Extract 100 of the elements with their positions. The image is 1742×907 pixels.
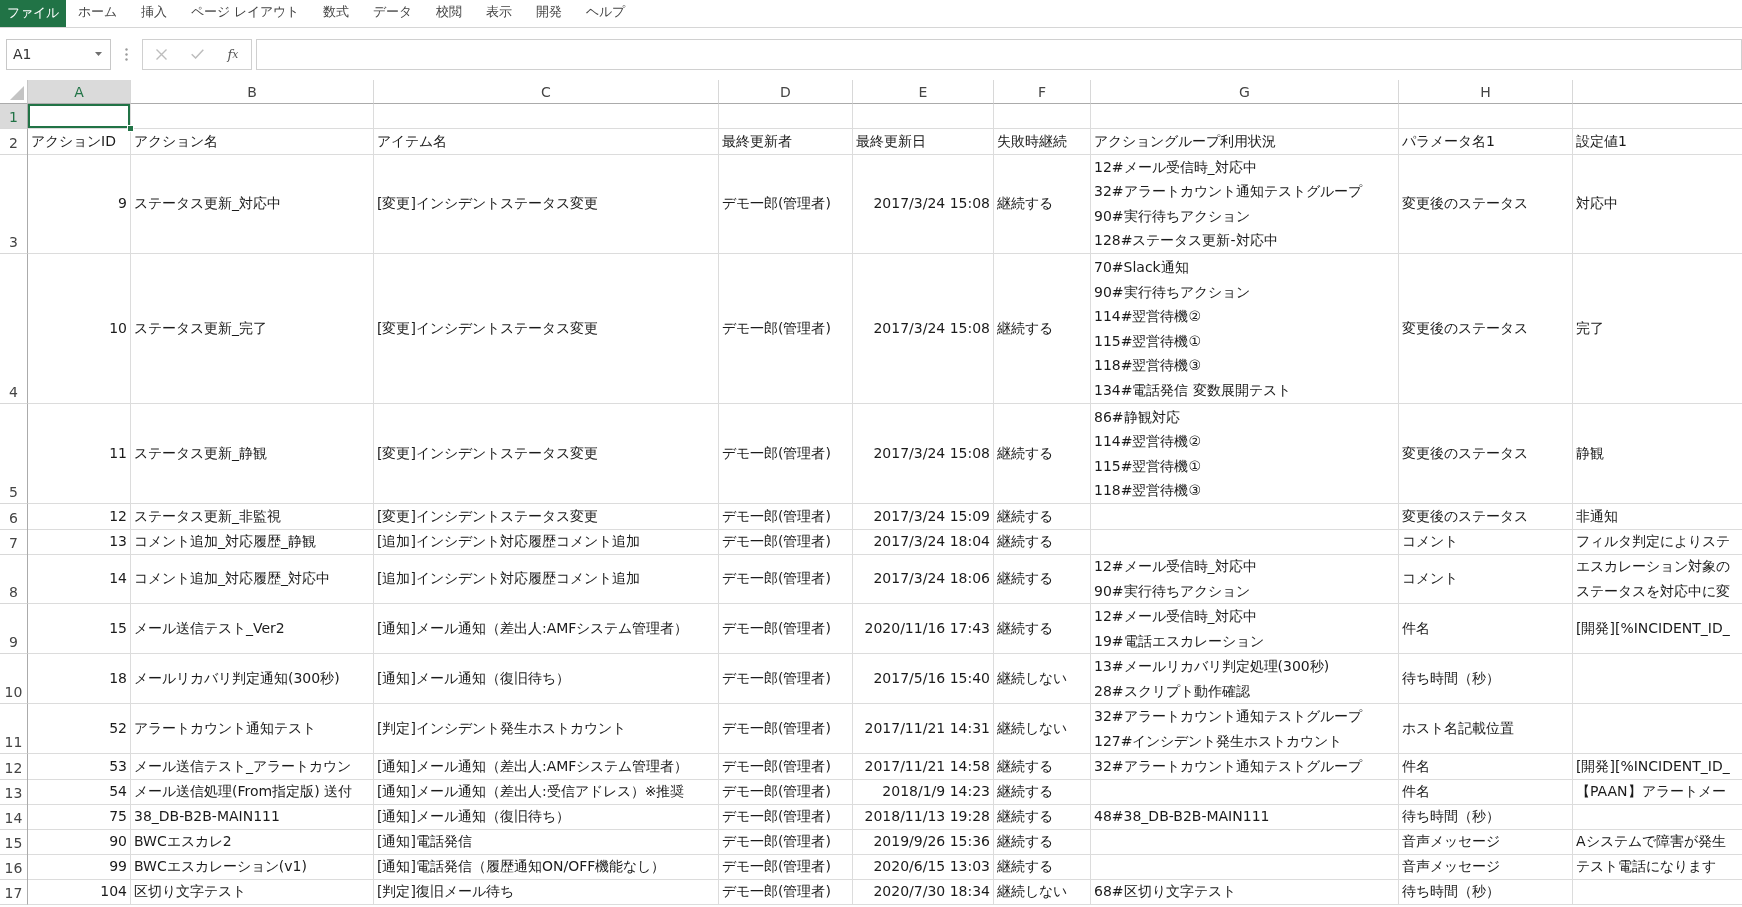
- sheet-cell[interactable]: 継続する: [994, 504, 1091, 530]
- sheet-cell[interactable]: 静観: [1573, 404, 1742, 504]
- sheet-cell[interactable]: [判定]復旧メール待ち: [374, 879, 719, 905]
- sheet-cell[interactable]: デモ一郎(管理者): [719, 404, 853, 504]
- sheet-cell[interactable]: 待ち時間（秒）: [1399, 804, 1573, 830]
- column-header[interactable]: F: [994, 80, 1091, 104]
- sheet-cell[interactable]: 件名: [1399, 754, 1573, 780]
- sheet-cell[interactable]: 区切り文字テスト: [131, 879, 374, 905]
- sheet-cell[interactable]: 2017/3/24 15:08: [853, 154, 994, 254]
- sheet-cell[interactable]: 継続する: [994, 554, 1091, 604]
- column-header[interactable]: C: [374, 80, 719, 104]
- sheet-cell[interactable]: 53: [28, 754, 131, 780]
- sheet-cell[interactable]: 2017/3/24 18:06: [853, 554, 994, 604]
- sheet-cell[interactable]: 99: [28, 854, 131, 880]
- sheet-cell[interactable]: デモ一郎(管理者): [719, 254, 853, 404]
- sheet-cell[interactable]: 2018/1/9 14:23: [853, 779, 994, 805]
- sheet-cell[interactable]: 最終更新日: [853, 129, 994, 155]
- row-header[interactable]: 17: [0, 879, 28, 905]
- row-header[interactable]: 9: [0, 604, 28, 654]
- sheet-cell[interactable]: 待ち時間（秒）: [1399, 879, 1573, 905]
- sheet-cell[interactable]: 12: [28, 504, 131, 530]
- row-header[interactable]: 4: [0, 254, 28, 404]
- row-header[interactable]: 15: [0, 829, 28, 855]
- sheet-cell[interactable]: [853, 104, 994, 129]
- row-header[interactable]: 11: [0, 704, 28, 754]
- sheet-cell[interactable]: [通知]メール通知（復旧待ち）: [374, 804, 719, 830]
- sheet-cell[interactable]: デモ一郎(管理者): [719, 154, 853, 254]
- sheet-cell[interactable]: 2017/3/24 18:04: [853, 529, 994, 555]
- sheet-cell[interactable]: 90: [28, 829, 131, 855]
- sheet-cell[interactable]: 継続する: [994, 154, 1091, 254]
- sheet-cell[interactable]: アクションID: [28, 129, 131, 155]
- sheet-cell[interactable]: [判定]インシデント発生ホストカウント: [374, 704, 719, 754]
- sheet-cell[interactable]: 2020/11/16 17:43: [853, 604, 994, 654]
- sheet-cell[interactable]: デモ一郎(管理者): [719, 704, 853, 754]
- sheet-cell[interactable]: 48#38_DB-B2B-MAIN111: [1091, 804, 1399, 830]
- sheet-cell[interactable]: 失敗時継続: [994, 129, 1091, 155]
- column-header[interactable]: B: [131, 80, 374, 104]
- sheet-cell[interactable]: アクショングループ利用状況: [1091, 129, 1399, 155]
- sheet-cell[interactable]: BWCエスカレ2: [131, 829, 374, 855]
- sheet-cell[interactable]: パラメータ名1: [1399, 129, 1573, 155]
- sheet-cell[interactable]: [1091, 829, 1399, 855]
- sheet-cell[interactable]: [1091, 529, 1399, 555]
- sheet-cell[interactable]: 52: [28, 704, 131, 754]
- sheet-cell[interactable]: Aシステムで障害が発生: [1573, 829, 1742, 855]
- sheet-cell[interactable]: 完了: [1573, 254, 1742, 404]
- sheet-cell[interactable]: 13#メールリカバリ判定処理(300秒) 28#スクリプト動作確認: [1091, 654, 1399, 704]
- row-header[interactable]: 10: [0, 654, 28, 704]
- sheet-cell[interactable]: 2017/11/21 14:31: [853, 704, 994, 754]
- formula-input[interactable]: [256, 38, 1742, 70]
- row-header[interactable]: 13: [0, 779, 28, 805]
- column-header[interactable]: H: [1399, 80, 1573, 104]
- sheet-cell[interactable]: [1091, 104, 1399, 129]
- sheet-cell[interactable]: 変更後のステータス: [1399, 254, 1573, 404]
- row-header[interactable]: 3: [0, 154, 28, 254]
- sheet-cell[interactable]: デモ一郎(管理者): [719, 504, 853, 530]
- sheet-cell[interactable]: [994, 104, 1091, 129]
- sheet-cell[interactable]: 継続する: [994, 779, 1091, 805]
- sheet-cell[interactable]: 継続しない: [994, 654, 1091, 704]
- sheet-cell[interactable]: 件名: [1399, 604, 1573, 654]
- ribbon-tab[interactable]: 挿入: [129, 0, 179, 27]
- column-header[interactable]: E: [853, 80, 994, 104]
- row-header[interactable]: 2: [0, 129, 28, 155]
- sheet-cell[interactable]: 11: [28, 404, 131, 504]
- sheet-cell[interactable]: ホスト名記載位置: [1399, 704, 1573, 754]
- sheet-cell[interactable]: [通知]メール通知（差出人:受信アドレス）※推奨: [374, 779, 719, 805]
- sheet-cell[interactable]: 【PAAN】アラートメー: [1573, 779, 1742, 805]
- sheet-cell[interactable]: コメント: [1399, 554, 1573, 604]
- caret-icon[interactable]: [95, 52, 102, 56]
- sheet-cell[interactable]: 継続する: [994, 404, 1091, 504]
- sheet-cell[interactable]: [変更]インシデントステータス変更: [374, 504, 719, 530]
- sheet-cell[interactable]: 非通知: [1573, 504, 1742, 530]
- sheet-cell[interactable]: [通知]電話発信: [374, 829, 719, 855]
- sheet-cell[interactable]: [1091, 779, 1399, 805]
- ribbon-tab[interactable]: ヘルプ: [574, 0, 637, 27]
- sheet-cell[interactable]: 継続する: [994, 854, 1091, 880]
- sheet-cell[interactable]: コメント追加_対応履歴_静観: [131, 529, 374, 555]
- sheet-cell[interactable]: [開発][%INCIDENT_ID_: [1573, 604, 1742, 654]
- sheet-cell[interactable]: 32#アラートカウント通知テストグループ 127#インシデント発生ホストカウント: [1091, 704, 1399, 754]
- sheet-cell[interactable]: 2017/5/16 15:40: [853, 654, 994, 704]
- sheet-cell[interactable]: エスカレーション対象のステータスを対応中に変: [1573, 554, 1742, 604]
- row-header[interactable]: 14: [0, 804, 28, 830]
- sheet-cell[interactable]: [通知]メール通知（差出人:AMFシステム管理者）: [374, 754, 719, 780]
- sheet-cell[interactable]: [374, 104, 719, 129]
- ribbon-tab[interactable]: 開発: [524, 0, 574, 27]
- sheet-cell[interactable]: [追加]インシデント対応履歴コメント追加: [374, 529, 719, 555]
- sheet-cell[interactable]: 変更後のステータス: [1399, 404, 1573, 504]
- sheet-cell[interactable]: デモ一郎(管理者): [719, 854, 853, 880]
- file-menu-button[interactable]: ファイル: [0, 0, 66, 27]
- sheet-cell[interactable]: 継続する: [994, 829, 1091, 855]
- sheet-cell[interactable]: 18: [28, 654, 131, 704]
- sheet-cell[interactable]: ステータス更新_完了: [131, 254, 374, 404]
- sheet-cell[interactable]: 2020/7/30 18:34: [853, 879, 994, 905]
- ribbon-tab[interactable]: 校閲: [424, 0, 474, 27]
- sheet-cell[interactable]: [通知]電話発信（履歴通知ON/OFF機能なし）: [374, 854, 719, 880]
- sheet-cell[interactable]: ステータス更新_非監視: [131, 504, 374, 530]
- sheet-cell[interactable]: 2017/11/21 14:58: [853, 754, 994, 780]
- sheet-cell[interactable]: [719, 104, 853, 129]
- sheet-cell[interactable]: [通知]メール通知（復旧待ち）: [374, 654, 719, 704]
- name-box[interactable]: A1: [6, 38, 111, 70]
- sheet-cell[interactable]: BWCエスカレーション(v1): [131, 854, 374, 880]
